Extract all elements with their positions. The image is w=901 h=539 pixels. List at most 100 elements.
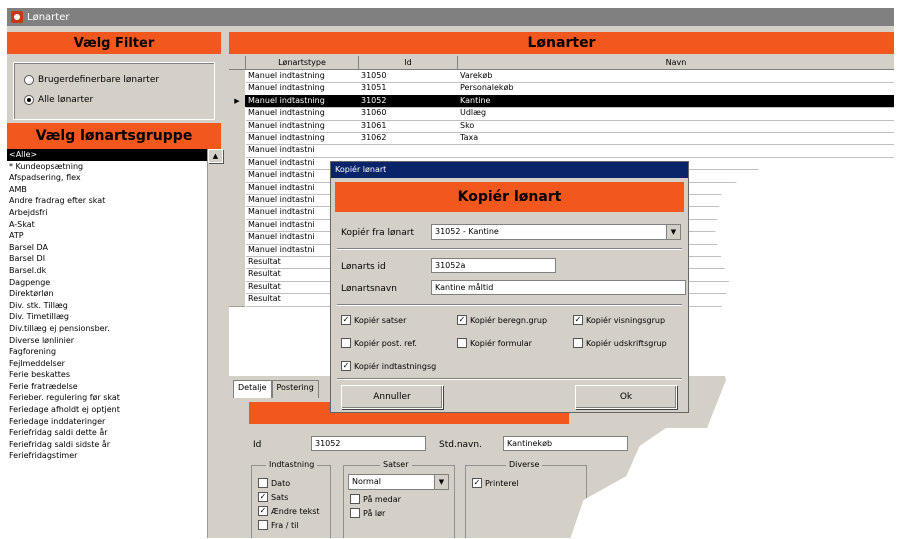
detail-id-field[interactable]: 31052 <box>311 436 426 451</box>
column-header-name[interactable]: Navn <box>458 56 894 70</box>
check-copy-beregn-box[interactable]: ✓ <box>457 315 467 325</box>
row-indicator[interactable] <box>229 280 245 295</box>
table-row[interactable]: Manuel indtastni <box>229 144 894 158</box>
row-indicator[interactable] <box>229 82 245 96</box>
check-copy-indtastning-box[interactable]: ✓ <box>341 361 351 371</box>
check-copy-visning-box[interactable]: ✓ <box>573 315 583 325</box>
check-dato-box[interactable] <box>258 478 268 488</box>
row-indicator[interactable] <box>229 181 245 195</box>
group-list-item[interactable]: Arbejdsfri <box>7 207 207 219</box>
row-indicator[interactable] <box>229 243 245 257</box>
row-indicator[interactable] <box>229 293 245 307</box>
row-indicator[interactable] <box>229 218 245 233</box>
row-indicator[interactable] <box>229 107 245 121</box>
check-copy-formular-box[interactable] <box>457 338 467 348</box>
group-list-item[interactable]: * Kundeopsætning <box>7 161 207 173</box>
check-copy-satser[interactable]: ✓ Kopiér satser <box>341 315 406 325</box>
check-copy-beregn[interactable]: ✓ Kopiér beregn.grup <box>457 315 547 325</box>
group-list-item[interactable]: Ferieber. regulering før skat <box>7 392 207 404</box>
row-pointer-icon[interactable]: ▶ <box>229 94 245 109</box>
radio-all-wagetypes[interactable]: Alle lønarter <box>24 95 93 105</box>
column-header-type[interactable]: Lønartstype <box>246 56 359 70</box>
scroll-up-icon[interactable]: ▲ <box>208 149 223 163</box>
row-indicator[interactable] <box>229 119 245 133</box>
table-row[interactable]: Manuel indtastning 31051 Personalekøb <box>229 82 894 96</box>
row-indicator[interactable] <box>229 268 245 282</box>
column-header-id[interactable]: Id <box>359 56 458 70</box>
check-copy-visning[interactable]: ✓ Kopiér visningsgrup <box>573 315 665 325</box>
row-indicator[interactable] <box>229 194 245 208</box>
group-list-item[interactable]: Feriefridagstimer <box>7 450 207 462</box>
check-fratil-box[interactable] <box>258 520 268 530</box>
check-aendre-box[interactable]: ✓ <box>258 506 268 516</box>
row-indicator[interactable] <box>229 231 245 245</box>
check-copy-udskrift[interactable]: Kopiér udskriftsgrup <box>573 338 667 348</box>
check-dato[interactable]: Dato <box>258 478 290 488</box>
group-list-item[interactable]: Fagforening <box>7 346 207 358</box>
check-medar-box[interactable] <box>350 494 360 504</box>
group-list-item[interactable]: Feriefridag saldi sidste år <box>7 439 207 451</box>
copy-from-select[interactable]: 31052 - Kantine ▼ <box>431 224 681 240</box>
check-copy-postref[interactable]: Kopiér post. ref. <box>341 338 417 348</box>
check-copy-postref-box[interactable] <box>341 338 351 348</box>
check-paa-loer[interactable]: På lør <box>350 508 385 518</box>
table-row[interactable]: Manuel indtastning 31061 Sko <box>229 119 894 133</box>
row-indicator[interactable] <box>229 156 245 171</box>
row-indicator[interactable] <box>229 70 245 84</box>
tab-postering[interactable]: Postering <box>271 380 319 398</box>
group-list-item[interactable]: Feriedage afholdt ej optjent <box>7 404 207 416</box>
check-copy-satser-box[interactable]: ✓ <box>341 315 351 325</box>
group-list-item[interactable]: Diverse lønlinier <box>7 335 207 347</box>
check-aendre-tekst[interactable]: ✓ Ændre tekst <box>258 506 320 516</box>
group-list-item[interactable]: A-Skat <box>7 219 207 231</box>
check-sats[interactable]: ✓ Sats <box>258 492 288 502</box>
tab-detalje[interactable]: Detalje <box>233 380 272 398</box>
check-copy-udskrift-box[interactable] <box>573 338 583 348</box>
check-fra-til[interactable]: Fra / til <box>258 520 299 530</box>
check-sats-box[interactable]: ✓ <box>258 492 268 502</box>
ok-button[interactable]: Ok <box>575 385 677 409</box>
check-printerel[interactable]: ✓ Printerel <box>472 478 519 488</box>
group-list-scrollbar[interactable]: ▲ <box>207 149 223 538</box>
group-list-item[interactable]: Dagpenge <box>7 277 207 289</box>
group-list-item[interactable]: Feriefridag saldi dette år <box>7 427 207 439</box>
group-list-item[interactable]: Barsel DI <box>7 253 207 265</box>
row-indicator[interactable] <box>229 144 245 158</box>
detail-stdnavn-field[interactable]: Kantinekøb <box>503 436 628 451</box>
check-copy-indtastning[interactable]: ✓ Kopiér indtastningsg <box>341 361 436 371</box>
group-list-item[interactable]: Barsel.dk <box>7 265 207 277</box>
group-list-item[interactable]: AMB <box>7 184 207 196</box>
check-copy-formular[interactable]: Kopiér formular <box>457 338 532 348</box>
wagetype-name-input[interactable]: Kantine måltid <box>431 280 686 295</box>
radio-custom-dot[interactable] <box>24 75 34 85</box>
row-indicator[interactable] <box>229 132 245 146</box>
group-list-item[interactable]: Feriedage inddateringer <box>7 416 207 428</box>
table-row[interactable]: Manuel indtastning 31062 Taxa <box>229 132 894 146</box>
table-row[interactable]: ▶ Manuel indtastning 31052 Kantine <box>229 94 894 109</box>
group-list[interactable]: <Alle> * Kundeopsætning Afspadsering, flex… <box>7 149 207 538</box>
check-loer-box[interactable] <box>350 508 360 518</box>
chevron-down-icon[interactable]: ▼ <box>666 225 680 239</box>
radio-all-dot[interactable] <box>24 95 34 105</box>
group-list-item[interactable]: Andre fradrag efter skat <box>7 195 207 207</box>
row-indicator[interactable] <box>229 256 245 270</box>
group-list-item[interactable]: Ferie fratrædelse <box>7 381 207 393</box>
group-list-item[interactable]: ATP <box>7 230 207 242</box>
table-row[interactable]: Manuel indtastning 31050 Varekøb <box>229 70 894 84</box>
satser-select[interactable]: Normal ▼ <box>348 474 449 490</box>
group-list-item[interactable]: Ferie beskattes <box>7 369 207 381</box>
check-paa-medar[interactable]: På medar <box>350 494 401 504</box>
radio-custom-wagetypes[interactable]: Brugerdefinerbare lønarter <box>24 75 159 85</box>
check-printerel-box[interactable]: ✓ <box>472 478 482 488</box>
group-list-item[interactable]: <Alle> <box>7 149 207 161</box>
group-list-item[interactable]: Div. stk. Tillæg <box>7 300 207 312</box>
group-list-item[interactable]: Afspadsering, flex <box>7 172 207 184</box>
group-list-item[interactable]: Direktørløn <box>7 288 207 300</box>
group-list-item[interactable]: Barsel DA <box>7 242 207 254</box>
group-list-item[interactable]: Div.tillæg ej pensionsber. <box>7 323 207 335</box>
cancel-button[interactable]: Annuller <box>341 385 443 409</box>
chevron-down-icon[interactable]: ▼ <box>434 475 448 489</box>
row-indicator[interactable] <box>229 206 245 220</box>
row-indicator[interactable] <box>229 169 245 183</box>
table-row[interactable]: Manuel indtastning 31060 Udlæg <box>229 107 894 121</box>
